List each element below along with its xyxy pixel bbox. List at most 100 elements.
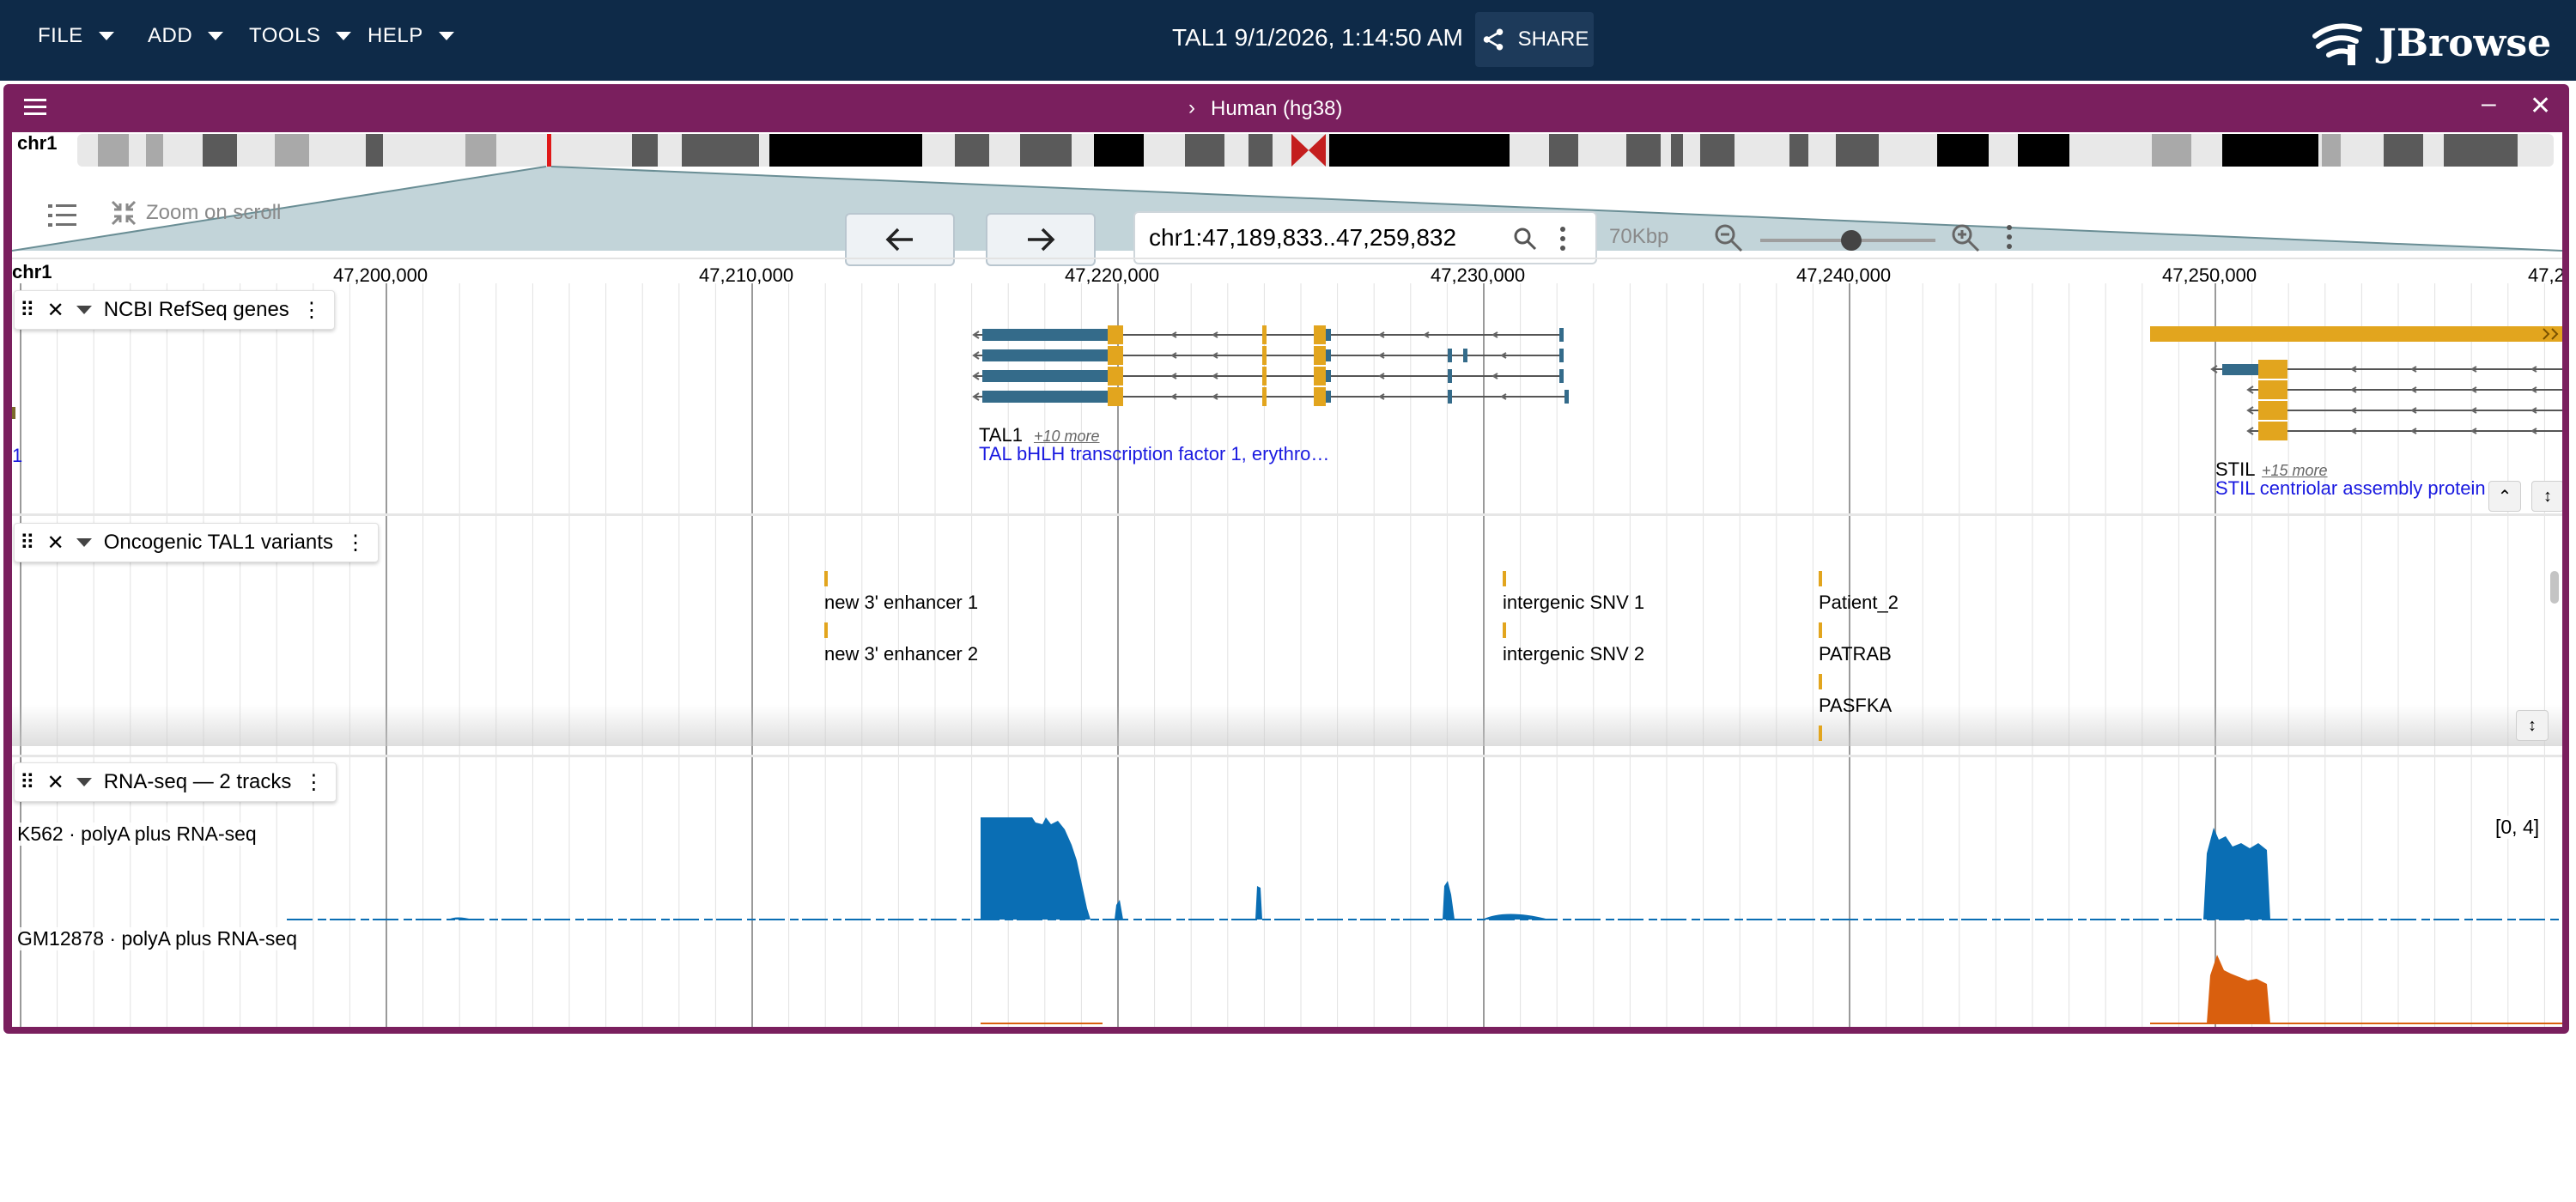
- logo-text: JBrowse: [2379, 21, 2552, 65]
- gm12878-coverage: [981, 955, 2562, 1024]
- edge-feature-label: 1: [12, 445, 23, 466]
- add-menu-label: ADD: [148, 24, 193, 47]
- zoom-on-scroll-toggle[interactable]: Zoom on scroll: [110, 199, 281, 227]
- tal1-description: TAL bHLH transcription factor 1, erythro…: [979, 443, 1330, 464]
- search-icon[interactable]: [1513, 227, 1537, 251]
- file-menu[interactable]: FILE: [38, 24, 114, 48]
- more-vertical-icon[interactable]: ⋮: [301, 298, 322, 323]
- resize-vertical-icon: ↕: [2543, 486, 2552, 506]
- add-menu[interactable]: ADD: [148, 24, 224, 48]
- close-track-icon[interactable]: ✕: [47, 531, 64, 555]
- variant-track[interactable]: new 3' enhancer 1 new 3' enhancer 2 inte…: [12, 516, 2562, 757]
- variant-label: intergenic SNV 1: [1503, 592, 1645, 613]
- chevron-down-icon: [98, 32, 114, 40]
- tools-menu[interactable]: TOOLS: [249, 24, 352, 48]
- chevron-down-icon: [208, 32, 224, 40]
- edge-feature: [12, 407, 15, 419]
- help-menu[interactable]: HELP: [368, 24, 454, 48]
- chevron-down-icon: [438, 32, 454, 40]
- app-bar: FILE ADD TOOLS HELP TAL1 9/1/2026, 1:14:…: [0, 0, 2576, 81]
- k562-coverage: [287, 817, 2562, 920]
- variant-marker[interactable]: [824, 622, 828, 638]
- bp-per-view: 70Kbp: [1609, 225, 1669, 248]
- rnaseq-track[interactable]: K562 · polyA plus RNA-seq GM12878 · poly…: [12, 757, 2562, 1027]
- track-menu-caret-icon[interactable]: [76, 538, 92, 547]
- more-vertical-icon[interactable]: [1558, 225, 1568, 252]
- logo-icon: [2312, 23, 2362, 65]
- rnaseq-track-name: RNA-seq — 2 tracks: [103, 770, 292, 793]
- gene-track-name: NCBI RefSeq genes: [103, 298, 289, 321]
- variant-label: PASFKA: [1819, 695, 1893, 716]
- jbrowse-logo: JBrowse: [2310, 19, 2551, 67]
- view-content: chr1 Zoom on scroll chr1:47,189,833..47,…: [12, 132, 2562, 1027]
- variant-label: new 3' enhancer 2: [824, 643, 979, 665]
- variant-track-name: Oncogenic TAL1 variants: [103, 531, 333, 554]
- stil-description: STIL centriolar assembly protein: [2215, 477, 2486, 499]
- share-button[interactable]: SHARE: [1475, 12, 1594, 67]
- variant-track-header[interactable]: ⠿ ✕ Oncogenic TAL1 variants ⋮: [14, 523, 379, 562]
- variant-marker[interactable]: [824, 571, 828, 586]
- resize-vertical-icon: ↕: [2528, 715, 2537, 735]
- chevron-right-icon[interactable]: ›: [1188, 96, 1195, 120]
- close-track-icon[interactable]: ✕: [47, 770, 64, 795]
- variant-marker[interactable]: [1503, 571, 1506, 586]
- track-selector-icon[interactable]: [48, 203, 77, 228]
- variant-label: intergenic SNV 2: [1503, 643, 1645, 665]
- close-icon[interactable]: ✕: [2530, 91, 2551, 121]
- arrow-right-icon: [1028, 228, 1055, 252]
- track-menu-caret-icon[interactable]: [76, 306, 92, 314]
- zoom-out-icon[interactable]: [1714, 223, 1743, 252]
- gene-track-header[interactable]: ⠿ ✕ NCBI RefSeq genes ⋮: [14, 290, 335, 330]
- zoom-slider-thumb[interactable]: [1841, 230, 1862, 251]
- chevron-down-icon: [336, 32, 352, 40]
- tal1-transcripts: [972, 325, 1569, 406]
- rnaseq-coverage[interactable]: [12, 757, 2562, 1027]
- zoom-in-icon[interactable]: [1951, 223, 1980, 252]
- collapse-icon: ⌃: [2497, 487, 2512, 507]
- view-options-icon[interactable]: [2004, 223, 2014, 251]
- share-icon: [1483, 28, 1503, 51]
- view-title-bar: › Human (hg38) – ✕: [3, 84, 2569, 132]
- file-menu-label: FILE: [38, 24, 83, 47]
- variant-label: Patient_2: [1819, 592, 1899, 613]
- track-menu-caret-icon[interactable]: [76, 778, 92, 786]
- assembly-label: Human (hg38): [1211, 97, 1343, 120]
- location-search-input[interactable]: chr1:47,189,833..47,259,832: [1133, 211, 1597, 264]
- variant-marker[interactable]: [1819, 571, 1822, 586]
- view-menu-icon[interactable]: [22, 96, 48, 118]
- track-fade: [12, 705, 2562, 746]
- variant-label: PATRAB: [1819, 643, 1892, 665]
- resize-track-button[interactable]: ↕: [2531, 481, 2562, 512]
- more-vertical-icon[interactable]: ⋮: [303, 770, 324, 795]
- minimize-icon[interactable]: –: [2482, 89, 2496, 118]
- variant-marker[interactable]: [1819, 725, 1822, 741]
- linear-genome-view: › Human (hg38) – ✕ chr1 Zoom on scroll c…: [3, 84, 2569, 1034]
- gene-track[interactable]: 1 TAL1 +10 more TAL bHLH transcription f…: [12, 283, 2562, 516]
- more-vertical-icon[interactable]: ⋮: [345, 531, 366, 555]
- rnaseq-track-header[interactable]: ⠿ ✕ RNA-seq — 2 tracks ⋮: [14, 762, 337, 802]
- compress-arrows-icon: [111, 200, 137, 226]
- k562-label: K562 · polyA plus RNA-seq: [17, 823, 257, 846]
- vertical-scrollbar[interactable]: [2550, 571, 2559, 604]
- stil-transcripts: [2150, 326, 2562, 440]
- coverage-scale: [0, 4]: [2495, 816, 2540, 839]
- ruler-ref-name: chr1: [12, 261, 52, 282]
- drag-handle-icon[interactable]: ⠿: [20, 531, 35, 555]
- arrow-left-icon: [885, 228, 913, 252]
- resize-track-button[interactable]: ↕: [2516, 710, 2549, 741]
- drag-handle-icon[interactable]: ⠿: [20, 298, 35, 323]
- drag-handle-icon[interactable]: ⠿: [20, 770, 35, 795]
- close-track-icon[interactable]: ✕: [47, 298, 64, 323]
- variant-label: new 3' enhancer 1: [824, 592, 979, 613]
- tools-menu-label: TOOLS: [249, 24, 321, 47]
- gm12878-label: GM12878 · polyA plus RNA-seq: [17, 927, 297, 950]
- location-value: chr1:47,189,833..47,259,832: [1149, 224, 1457, 251]
- variant-marker[interactable]: [1819, 674, 1822, 689]
- variant-marker[interactable]: [1819, 622, 1822, 638]
- collapse-button[interactable]: ⌃: [2488, 481, 2521, 512]
- variant-marker[interactable]: [1503, 622, 1506, 638]
- share-label: SHARE: [1517, 27, 1589, 51]
- gene-features[interactable]: [12, 283, 2562, 513]
- view-toolbar: Zoom on scroll chr1:47,189,833..47,259,8…: [12, 168, 2562, 266]
- session-title[interactable]: TAL1 9/1/2026, 1:14:50 AM: [1172, 24, 1463, 52]
